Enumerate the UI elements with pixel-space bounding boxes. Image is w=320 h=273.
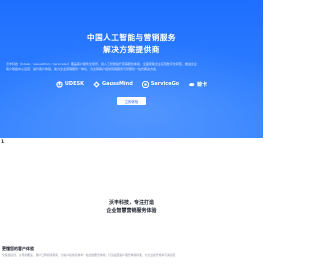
brand-whale[interactable]: 鲸卡 bbox=[188, 81, 207, 88]
udesk-logo-icon bbox=[56, 80, 63, 88]
brand-label: GaussMind bbox=[101, 81, 133, 87]
experience-title: 更懂您的客户体验 bbox=[2, 246, 34, 251]
whale-logo-icon bbox=[188, 82, 195, 86]
brand-label: 鲸卡 bbox=[197, 81, 208, 88]
brand-gaussmind[interactable]: GaussMind bbox=[93, 80, 133, 88]
slogan-line1: 沃丰科技，专注打造 bbox=[108, 200, 154, 206]
brand-servicego[interactable]: ServiceGo bbox=[141, 80, 180, 88]
brand-label: UDESK bbox=[64, 81, 84, 87]
hero-description-line1: 沃丰科技（Udesk，GaussMind，ServiceGo）覆盖客户服务全场景… bbox=[6, 62, 197, 66]
brand-logo-row: UDESK GaussMind ServiceGo 鲸卡 bbox=[0, 78, 263, 90]
brand-label: ServiceGo bbox=[150, 81, 180, 87]
section-marker: 1 bbox=[1, 140, 5, 145]
experience-description: 全渠道接待，全场景覆盖，用户口碑持续积累，为客户提供高效率一站式的服务体验，打造… bbox=[2, 253, 176, 257]
hero-title-line1: 中国人工智能与营销服务 bbox=[86, 33, 177, 42]
hero-description-line2: 客户联络中心运营，提升客户体验，助力企业营销服务一体化，为全球客户提供营销服务与… bbox=[6, 67, 157, 71]
hero-title-line2: 解决方案提供商 bbox=[103, 45, 160, 54]
gaussmind-logo-icon bbox=[93, 80, 100, 88]
brand-udesk[interactable]: UDESK bbox=[56, 80, 84, 88]
hero-banner: 中国人工智能与营销服务 解决方案提供商 沃丰科技（Udesk，GaussMind… bbox=[0, 0, 263, 138]
slogan-line2: 企业智慧营销服务体验 bbox=[106, 208, 157, 214]
try-now-button[interactable]: 立即体验 bbox=[117, 97, 146, 105]
servicego-logo-icon bbox=[141, 80, 149, 88]
